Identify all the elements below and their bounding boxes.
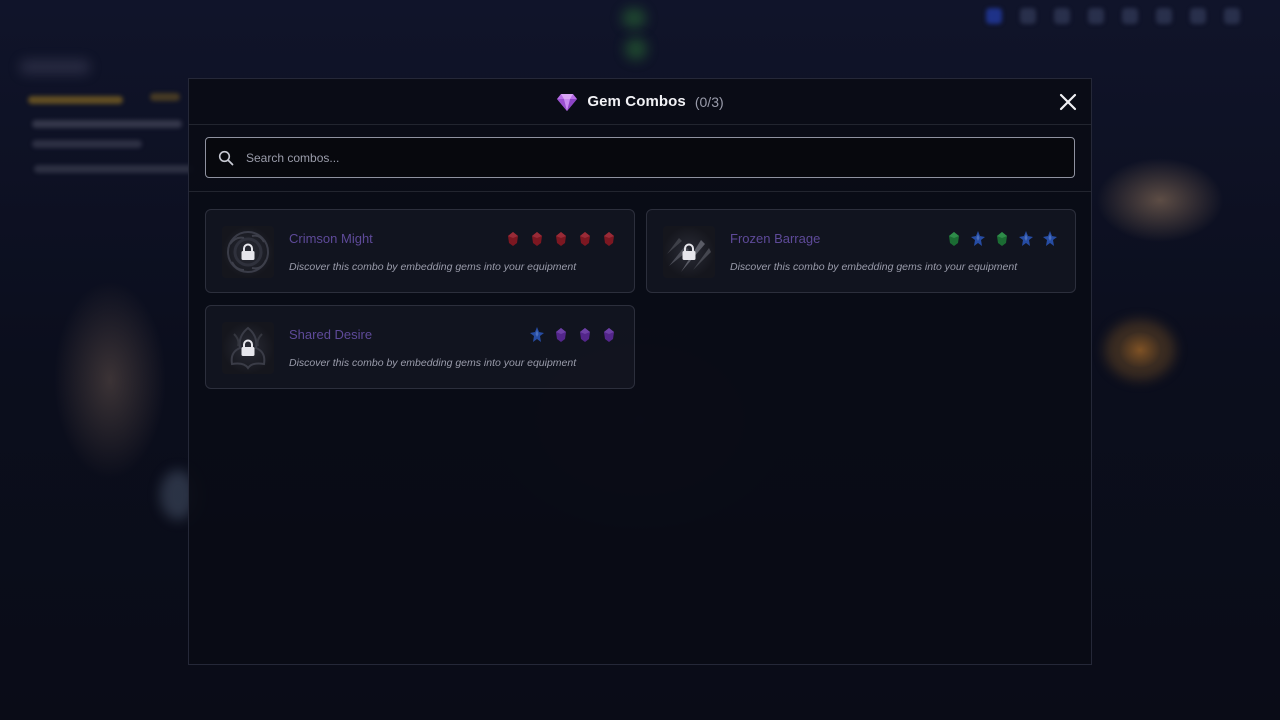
blurred-hud-icon	[986, 8, 1002, 24]
combo-name: Frozen Barrage	[730, 231, 821, 246]
combo-card-crimson-might[interactable]: Crimson Might Discover this combo by emb…	[205, 209, 635, 293]
close-icon[interactable]	[1057, 91, 1079, 113]
blurred-quest-line	[32, 140, 142, 148]
lock-icon	[241, 339, 255, 356]
purple-gem-icon	[604, 328, 614, 342]
combo-thumbnail	[663, 226, 715, 278]
blurred-hud-icon	[1190, 8, 1206, 24]
blue-star-gem-icon	[1019, 231, 1033, 246]
lock-icon	[682, 243, 696, 260]
search-input[interactable]	[244, 149, 1048, 166]
combo-description: Discover this combo by embedding gems in…	[289, 261, 577, 273]
red-gem-icon	[580, 232, 590, 246]
modal-title-group: Gem Combos (0/3)	[189, 79, 1091, 124]
blurred-quest-tag	[150, 93, 180, 101]
red-gem-icon	[604, 232, 614, 246]
combo-card-frozen-barrage[interactable]: Frozen Barrage Discover this combo by em…	[646, 209, 1076, 293]
purple-gem-icon	[556, 328, 566, 342]
green-gem-icon	[949, 232, 959, 246]
blurred-menu-label	[20, 60, 90, 74]
combo-thumbnail	[222, 226, 274, 278]
combo-gem-list	[506, 231, 616, 247]
blurred-hud-icon	[1054, 8, 1070, 24]
search-bar-area	[189, 125, 1091, 192]
green-gem-icon	[997, 232, 1007, 246]
blurred-hud-icon	[1224, 8, 1240, 24]
red-gem-icon	[556, 232, 566, 246]
blurred-hud-icon	[1156, 8, 1172, 24]
combo-card-shared-desire[interactable]: Shared Desire Discover this combo by emb…	[205, 305, 635, 389]
search-icon	[218, 150, 234, 165]
blue-star-gem-icon	[1043, 231, 1057, 246]
blurred-top-hud	[986, 8, 1240, 24]
diamond-gem-icon	[557, 93, 578, 111]
blurred-hud-icon	[1020, 8, 1036, 24]
combo-name: Shared Desire	[289, 327, 373, 342]
combo-gem-list	[947, 231, 1057, 247]
blurred-quest-line	[34, 165, 194, 173]
combo-description: Discover this combo by embedding gems in…	[289, 357, 577, 369]
blurred-hud-icon	[1122, 8, 1138, 24]
red-gem-icon	[508, 232, 518, 246]
blurred-quest-line	[32, 120, 182, 128]
discovered-count: (0/3)	[694, 93, 724, 110]
combo-description: Discover this combo by embedding gems in…	[730, 261, 1018, 273]
blue-star-gem-icon	[971, 231, 985, 246]
search-box[interactable]	[205, 137, 1075, 178]
modal-header: Gem Combos (0/3)	[189, 79, 1091, 125]
lock-icon	[241, 243, 255, 260]
blue-star-gem-icon	[530, 327, 544, 342]
blurred-hud-icon	[1088, 8, 1104, 24]
blurred-hud-marker	[622, 8, 646, 28]
blurred-hud-element	[1105, 320, 1175, 380]
modal-title: Gem Combos	[587, 93, 686, 110]
red-gem-icon	[532, 232, 542, 246]
gem-combos-modal: Gem Combos (0/3) Search combos... Crimso…	[188, 78, 1092, 665]
purple-gem-icon	[580, 328, 590, 342]
combo-gem-list	[530, 327, 616, 343]
blurred-quest-title	[28, 96, 123, 104]
blurred-hud-marker	[625, 38, 647, 60]
combo-thumbnail	[222, 322, 274, 374]
combo-name: Crimson Might	[289, 231, 373, 246]
